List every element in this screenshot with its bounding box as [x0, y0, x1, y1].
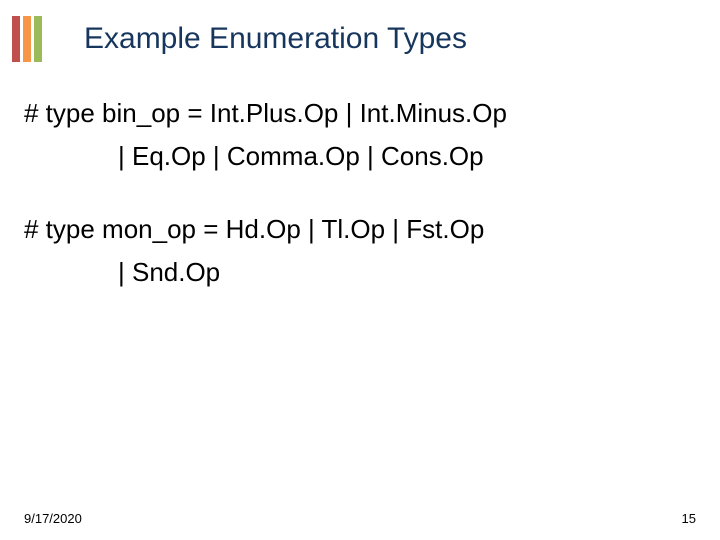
typedef-monop-line1: # type mon_op = Hd.Op | Tl.Op | Fst.Op: [24, 212, 696, 247]
slide: Example Enumeration Types # type bin_op …: [0, 0, 720, 540]
slide-body: # type bin_op = Int.Plus.Op | Int.Minus.…: [24, 96, 696, 298]
slide-title: Example Enumeration Types: [84, 22, 467, 56]
title-row: Example Enumeration Types: [0, 16, 720, 62]
bar-orange-icon: [23, 16, 31, 62]
bar-red-icon: [12, 16, 20, 62]
accent-bars-icon: [12, 16, 52, 62]
typedef-binop-line2: | Eq.Op | Comma.Op | Cons.Op: [24, 139, 696, 174]
spacer: [24, 182, 696, 212]
bar-green-icon: [34, 16, 42, 62]
footer-page-number: 15: [682, 511, 696, 526]
typedef-binop-line1: # type bin_op = Int.Plus.Op | Int.Minus.…: [24, 96, 696, 131]
typedef-monop-line2: | Snd.Op: [24, 255, 696, 290]
footer-date: 9/17/2020: [24, 511, 82, 526]
